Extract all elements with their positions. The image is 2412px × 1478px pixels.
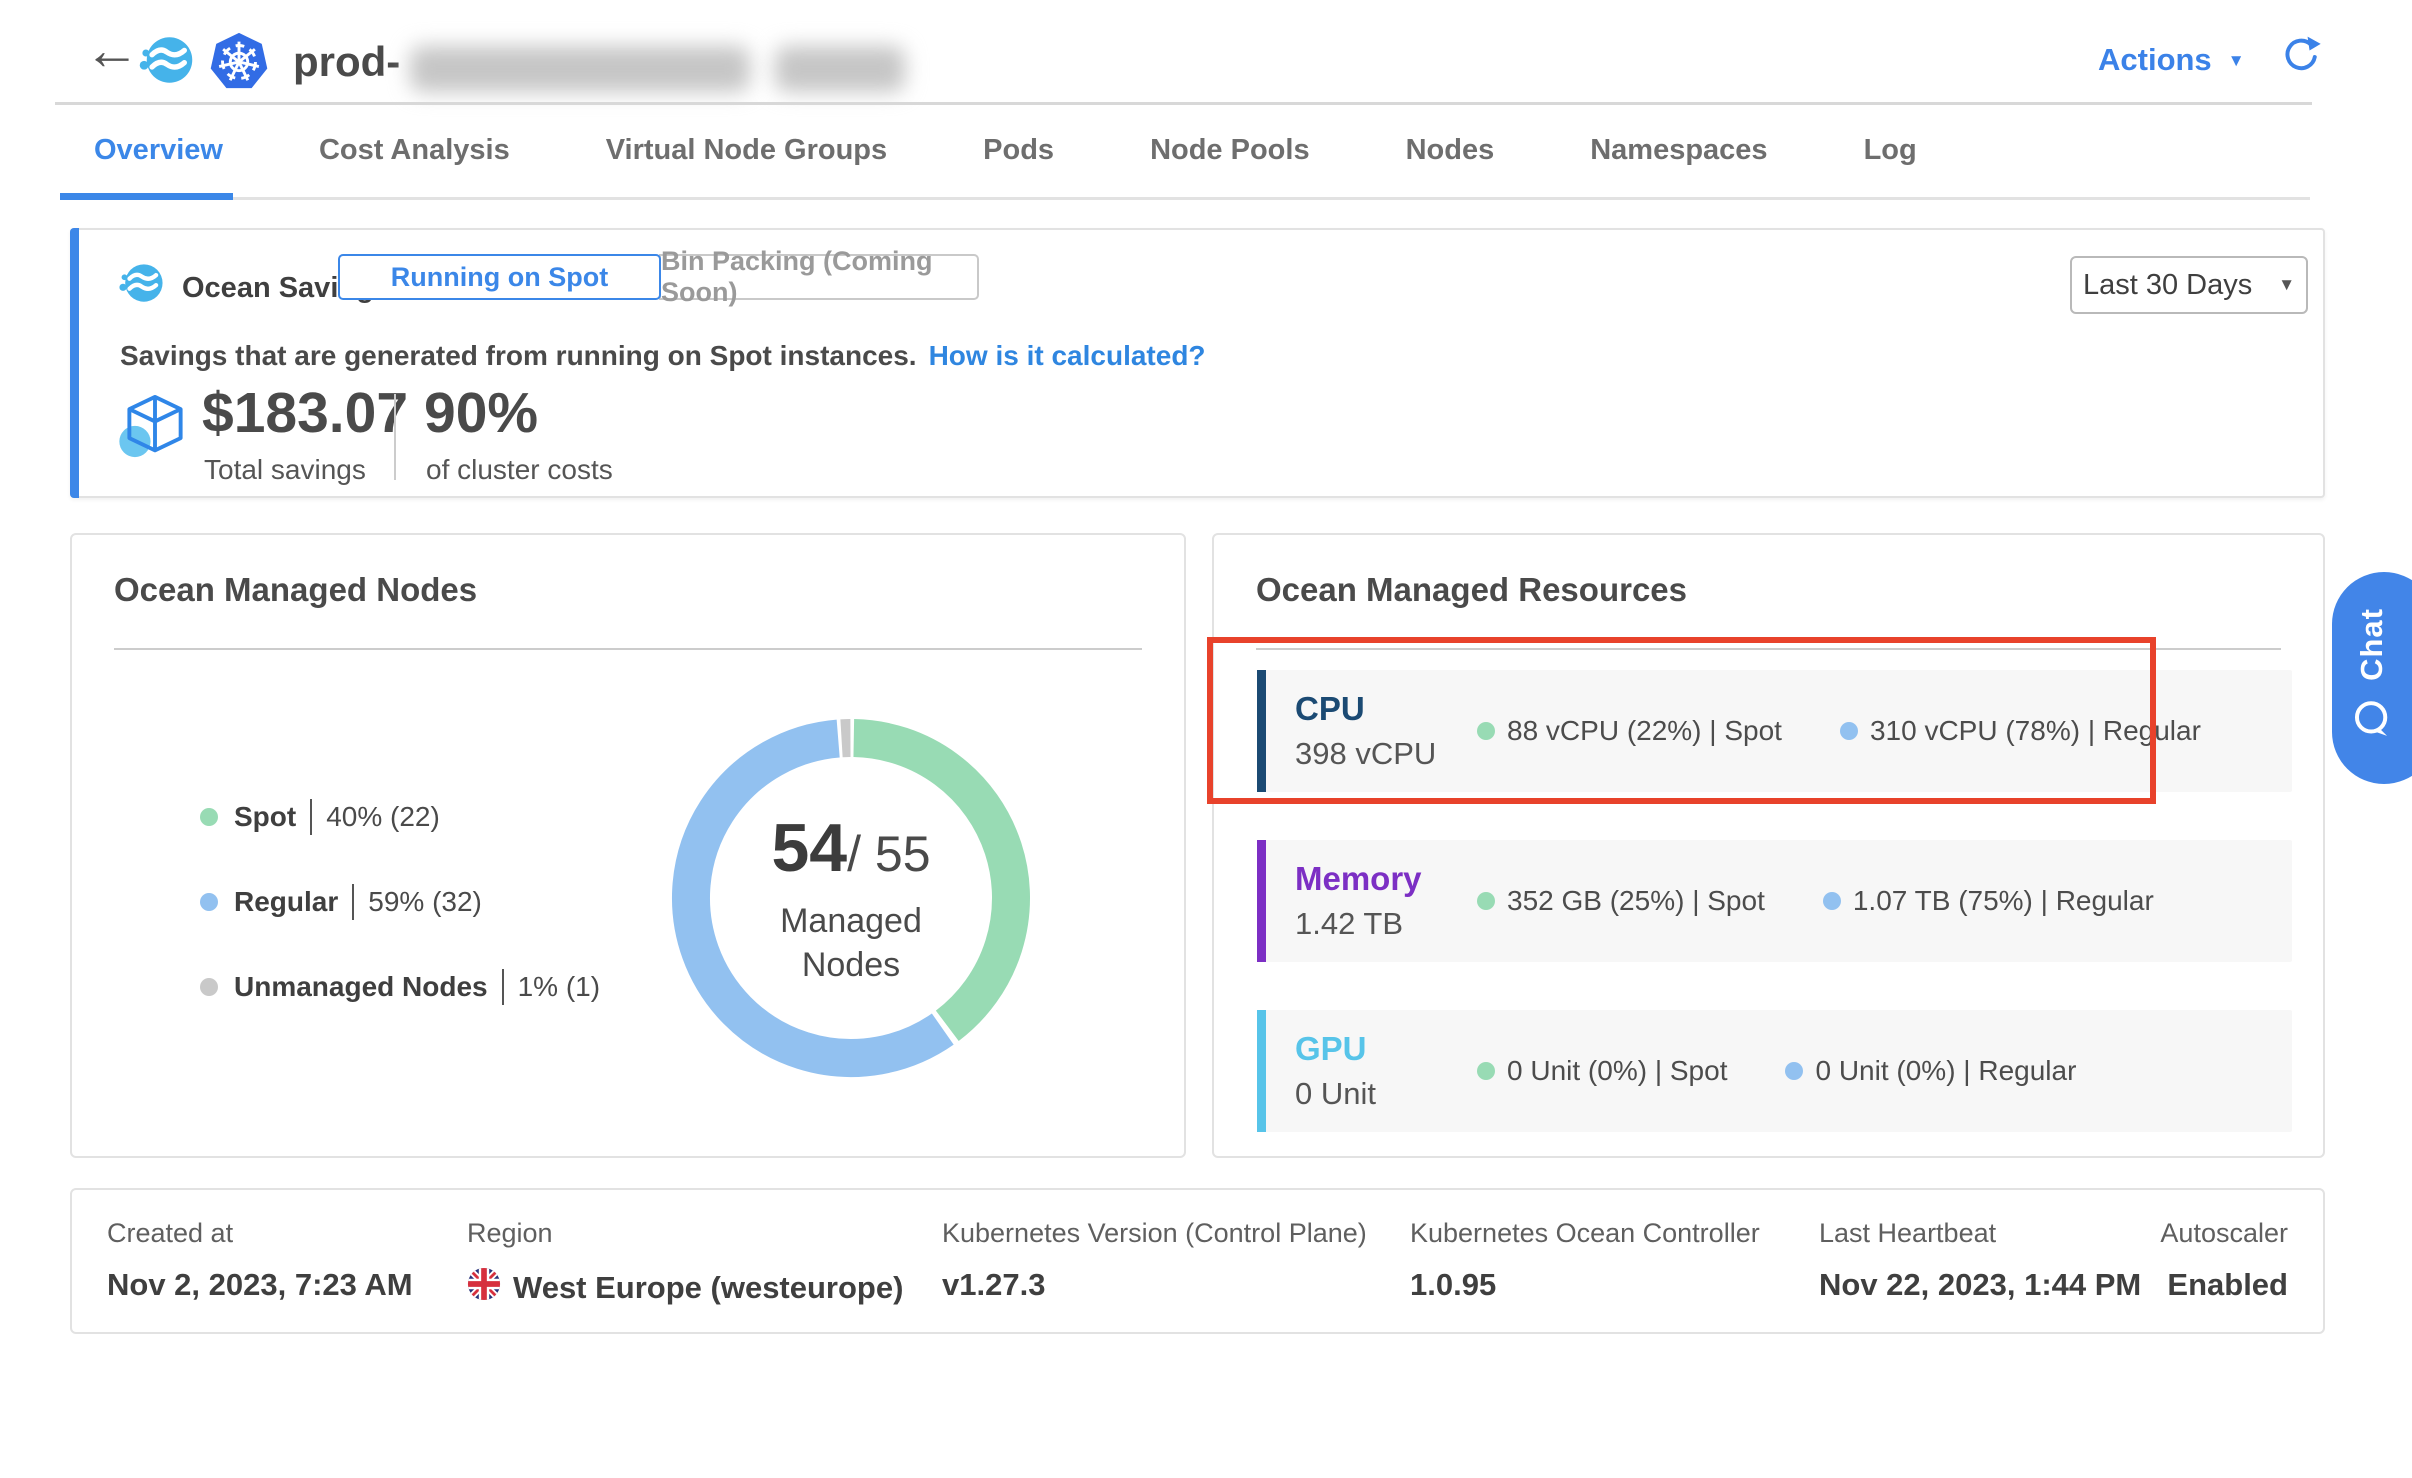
cluster-overview-page: ← prod- Actions▼ xyxy=(0,0,2412,1478)
cpu-resource-row: CPU 398 vCPU 88 vCPU (22%) | Spot 310 vC… xyxy=(1257,670,2292,792)
spot-dot-icon xyxy=(1477,722,1495,740)
total-savings-label: Total savings xyxy=(204,454,366,486)
legend-item-unmanaged: Unmanaged Nodes 1% (1) xyxy=(200,969,600,1005)
running-on-spot-toggle[interactable]: Running on Spot xyxy=(338,254,661,300)
ocean-managed-resources-panel: Ocean Managed Resources CPU 398 vCPU 88 … xyxy=(1212,533,2325,1158)
savings-cube-icon xyxy=(116,388,194,471)
cluster-cost-pct-label: of cluster costs xyxy=(426,454,613,486)
cpu-accent-bar xyxy=(1257,670,1266,792)
tab-virtual-node-groups[interactable]: Virtual Node Groups xyxy=(596,104,897,197)
tab-pods[interactable]: Pods xyxy=(973,104,1064,197)
tab-namespaces[interactable]: Namespaces xyxy=(1580,104,1777,197)
spot-dot-icon xyxy=(1477,1062,1495,1080)
gpu-label: GPU xyxy=(1295,1030,1477,1068)
cpu-regular-stat: 310 vCPU (78%) | Regular xyxy=(1840,715,2201,747)
total-savings-value: $183.07 xyxy=(202,380,408,446)
legend-item-spot: Spot 40% (22) xyxy=(200,799,600,835)
unmanaged-dot-icon xyxy=(200,978,218,996)
tab-bar: Overview Cost Analysis Virtual Node Grou… xyxy=(60,104,2310,200)
gpu-resource-row: GPU 0 Unit 0 Unit (0%) | Spot 0 Unit (0%… xyxy=(1257,1010,2292,1132)
cpu-spot-stat: 88 vCPU (22%) | Spot xyxy=(1477,715,1782,747)
ocean-managed-nodes-panel: Ocean Managed Nodes Spot 40% (22) Regula… xyxy=(70,533,1186,1158)
ocean-wave-icon xyxy=(118,260,164,311)
regular-dot-icon xyxy=(1840,722,1858,740)
page-title: prod- xyxy=(293,38,400,86)
region-info: Region West Europe (westeurope) xyxy=(467,1218,903,1309)
tab-nodes[interactable]: Nodes xyxy=(1396,104,1505,197)
panel-divider xyxy=(114,648,1142,650)
chevron-down-icon: ▼ xyxy=(2278,275,2295,295)
chat-button[interactable]: Chat xyxy=(2332,572,2412,784)
spot-dot-icon xyxy=(200,808,218,826)
tab-overview[interactable]: Overview xyxy=(60,104,233,197)
managed-nodes-donut: 54/ 55 ManagedNodes xyxy=(641,688,1061,1108)
managed-resources-title: Ocean Managed Resources xyxy=(1256,571,1687,609)
redacted-cluster-name xyxy=(410,46,750,92)
last-heartbeat-info: Last Heartbeat Nov 22, 2023, 1:44 PM xyxy=(1819,1218,2141,1303)
memory-regular-stat: 1.07 TB (75%) | Regular xyxy=(1823,885,2154,917)
back-arrow-icon[interactable]: ← xyxy=(84,22,140,78)
memory-resource-row: Memory 1.42 TB 352 GB (25%) | Spot 1.07 … xyxy=(1257,840,2292,962)
savings-mode-toggle: Running on Spot Bin Packing (Coming Soon… xyxy=(338,254,979,300)
memory-label: Memory xyxy=(1295,860,1477,898)
memory-spot-stat: 352 GB (25%) | Spot xyxy=(1477,885,1765,917)
actions-menu-button[interactable]: Actions▼ xyxy=(2098,42,2245,78)
chat-bubble-icon xyxy=(2349,697,2395,748)
ocean-savings-panel: Ocean Savings: Running on Spot Bin Packi… xyxy=(70,228,2325,498)
cpu-total: 398 vCPU xyxy=(1295,736,1477,772)
memory-accent-bar xyxy=(1257,840,1266,962)
tab-log[interactable]: Log xyxy=(1854,104,1927,197)
refresh-button[interactable] xyxy=(2280,36,2322,83)
kubernetes-logo-icon xyxy=(208,30,270,97)
panel-divider xyxy=(1256,648,2281,650)
regular-dot-icon xyxy=(200,893,218,911)
bin-packing-toggle[interactable]: Bin Packing (Coming Soon) xyxy=(659,254,979,300)
tab-node-pools[interactable]: Node Pools xyxy=(1140,104,1320,197)
chevron-down-icon: ▼ xyxy=(2228,51,2245,71)
savings-description: Savings that are generated from running … xyxy=(120,340,1206,372)
gpu-accent-bar xyxy=(1257,1010,1266,1132)
regular-dot-icon xyxy=(1785,1062,1803,1080)
gpu-regular-stat: 0 Unit (0%) | Regular xyxy=(1785,1055,2076,1087)
gpu-spot-stat: 0 Unit (0%) | Spot xyxy=(1477,1055,1727,1087)
gpu-total: 0 Unit xyxy=(1295,1076,1477,1112)
spot-dot-icon xyxy=(1477,892,1495,910)
donut-center-text: 54/ 55 ManagedNodes xyxy=(771,809,930,987)
managed-nodes-title: Ocean Managed Nodes xyxy=(114,571,477,609)
legend-item-regular: Regular 59% (32) xyxy=(200,884,600,920)
regular-dot-icon xyxy=(1823,892,1841,910)
redacted-cluster-name xyxy=(775,46,905,92)
cpu-label: CPU xyxy=(1295,690,1477,728)
memory-total: 1.42 TB xyxy=(1295,906,1477,942)
uk-flag-icon xyxy=(467,1267,501,1309)
autoscaler-info: Autoscaler Enabled xyxy=(2160,1218,2288,1303)
tab-cost-analysis[interactable]: Cost Analysis xyxy=(309,104,520,197)
cluster-cost-pct-value: 90% xyxy=(424,380,538,446)
created-at-info: Created at Nov 2, 2023, 7:23 AM xyxy=(107,1218,413,1303)
how-calculated-link[interactable]: How is it calculated? xyxy=(929,340,1206,371)
cluster-info-bar: Created at Nov 2, 2023, 7:23 AM Region xyxy=(70,1188,2325,1334)
k8s-version-info: Kubernetes Version (Control Plane) v1.27… xyxy=(942,1218,1367,1303)
ocean-controller-info: Kubernetes Ocean Controller 1.0.95 xyxy=(1410,1218,1760,1303)
ocean-logo-icon xyxy=(138,32,194,93)
period-select[interactable]: Last 30 Days▼ xyxy=(2070,256,2308,314)
nodes-legend: Spot 40% (22) Regular 59% (32) Unmanaged… xyxy=(200,799,600,1054)
savings-divider xyxy=(394,394,396,480)
